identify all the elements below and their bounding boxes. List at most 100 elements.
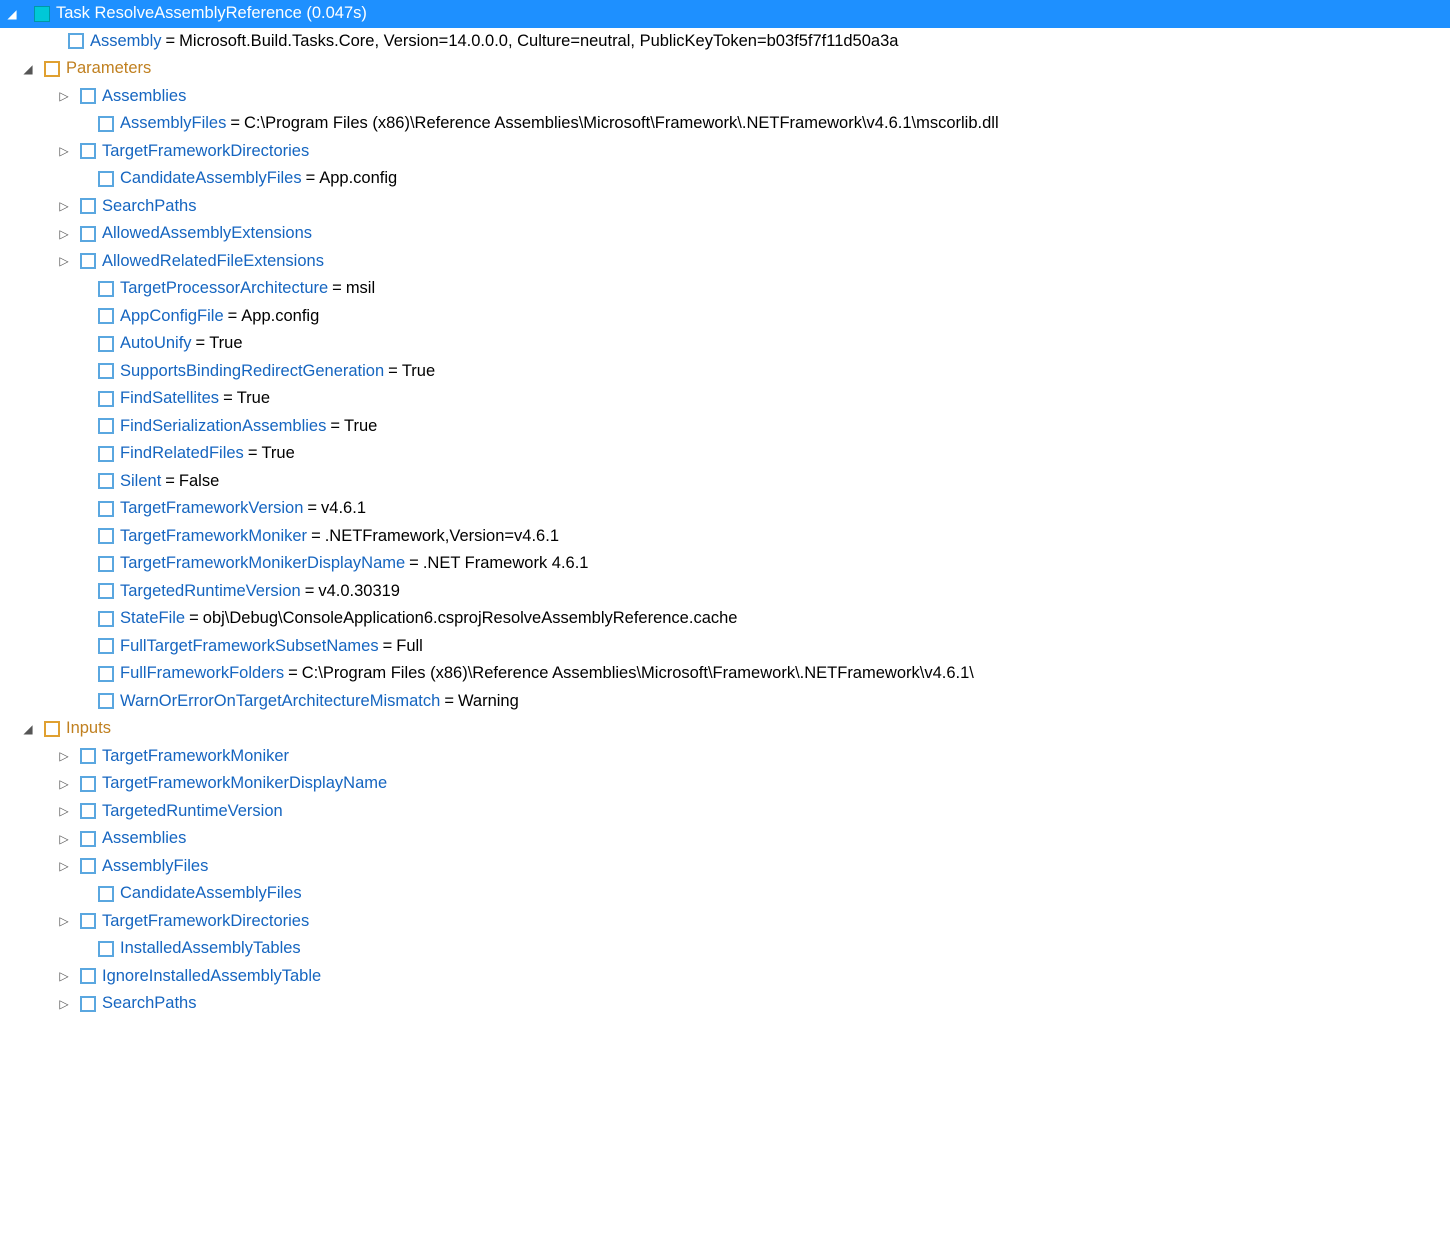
tree-item-param-candidateassemblyfiles[interactable]: CandidateAssemblyFiles = App.config <box>0 165 1450 193</box>
expander-icon[interactable]: ◢ <box>4 7 20 21</box>
tree-item-param-findrelatedfiles[interactable]: FindRelatedFiles = True <box>0 440 1450 468</box>
equals-sign: = <box>301 582 319 601</box>
property-key: FindSerializationAssemblies <box>120 417 326 436</box>
expander-icon[interactable]: ▷ <box>56 777 72 791</box>
tree-item-param-findserializationassemblies[interactable]: FindSerializationAssemblies = True <box>0 413 1450 441</box>
expander-icon[interactable]: ▷ <box>56 89 72 103</box>
property-icon <box>80 748 96 764</box>
property-icon <box>98 473 114 489</box>
expander-icon[interactable]: ▷ <box>56 969 72 983</box>
tree-item-param-targetframeworkversion[interactable]: TargetFrameworkVersion = v4.6.1 <box>0 495 1450 523</box>
expander-icon[interactable]: ▷ <box>56 832 72 846</box>
equals-sign: = <box>328 279 346 298</box>
property-value: True <box>402 362 435 381</box>
tree-item-param-targetframeworkmonikerdisplayname[interactable]: TargetFrameworkMonikerDisplayName = .NET… <box>0 550 1450 578</box>
tree-item-param-warnorerrorontargetarchitecturemismatch[interactable]: WarnOrErrorOnTargetArchitectureMismatch … <box>0 688 1450 716</box>
property-value: False <box>179 472 219 491</box>
property-value: True <box>237 389 270 408</box>
property-icon <box>80 776 96 792</box>
tree-item-input-searchpaths[interactable]: ▷ SearchPaths <box>0 990 1450 1018</box>
property-icon <box>98 611 114 627</box>
equals-sign: = <box>384 362 402 381</box>
tree-item-input-assemblyfiles[interactable]: ▷ AssemblyFiles <box>0 853 1450 881</box>
property-value: obj\Debug\ConsoleApplication6.csprojReso… <box>203 609 738 628</box>
property-icon <box>80 143 96 159</box>
expander-icon[interactable]: ◢ <box>20 722 36 736</box>
tree-item-param-targetprocessorarchitecture[interactable]: TargetProcessorArchitecture = msil <box>0 275 1450 303</box>
property-value: Full <box>396 637 423 656</box>
property-icon <box>98 693 114 709</box>
tree-item-input-assemblies[interactable]: ▷ Assemblies <box>0 825 1450 853</box>
property-key: TargetFrameworkMoniker <box>102 747 289 766</box>
property-icon <box>80 253 96 269</box>
tree-item-param-findsatellites[interactable]: FindSatellites = True <box>0 385 1450 413</box>
property-key: AllowedAssemblyExtensions <box>102 224 312 243</box>
expander-icon[interactable]: ▷ <box>56 144 72 158</box>
expander-icon[interactable]: ▷ <box>56 227 72 241</box>
property-key: SearchPaths <box>102 197 196 216</box>
property-key: TargetFrameworkMoniker <box>120 527 307 546</box>
property-key: IgnoreInstalledAssemblyTable <box>102 967 321 986</box>
property-value: .NET Framework 4.6.1 <box>423 554 589 573</box>
expander-icon[interactable]: ▷ <box>56 749 72 763</box>
property-key: AssemblyFiles <box>102 857 208 876</box>
expander-icon[interactable]: ▷ <box>56 997 72 1011</box>
property-key: Assemblies <box>102 829 186 848</box>
tree-item-param-silent[interactable]: Silent = False <box>0 468 1450 496</box>
property-key: TargetFrameworkDirectories <box>102 142 309 161</box>
property-icon <box>80 803 96 819</box>
tree-item-param-searchpaths[interactable]: ▷ SearchPaths <box>0 193 1450 221</box>
equals-sign: = <box>284 664 302 683</box>
tree-item-param-supportsbindingredirectgeneration[interactable]: SupportsBindingRedirectGeneration = True <box>0 358 1450 386</box>
expander-icon[interactable]: ▷ <box>56 859 72 873</box>
property-key: FullTargetFrameworkSubsetNames <box>120 637 379 656</box>
expander-icon[interactable]: ▷ <box>56 914 72 928</box>
tree-item-input-targetedruntimeversion[interactable]: ▷ TargetedRuntimeVersion <box>0 798 1450 826</box>
expander-icon[interactable]: ◢ <box>20 62 36 76</box>
tree-item-param-assemblyfiles[interactable]: AssemblyFiles = C:\Program Files (x86)\R… <box>0 110 1450 138</box>
tree-item-parameters-folder[interactable]: ◢ Parameters <box>0 55 1450 83</box>
property-icon <box>80 831 96 847</box>
tree-item-input-ignoreinstalledassemblytable[interactable]: ▷ IgnoreInstalledAssemblyTable <box>0 963 1450 991</box>
tree-item-param-targetframeworkdirectories[interactable]: ▷ TargetFrameworkDirectories <box>0 138 1450 166</box>
folder-icon <box>44 721 60 737</box>
folder-label: Parameters <box>66 59 151 78</box>
tree-item-input-candidateassemblyfiles[interactable]: CandidateAssemblyFiles <box>0 880 1450 908</box>
property-key: FullFrameworkFolders <box>120 664 284 683</box>
tree-item-param-statefile[interactable]: StateFile = obj\Debug\ConsoleApplication… <box>0 605 1450 633</box>
tree-item-param-targetedruntimeversion[interactable]: TargetedRuntimeVersion = v4.0.30319 <box>0 578 1450 606</box>
property-value: C:\Program Files (x86)\Reference Assembl… <box>302 664 974 683</box>
equals-sign: = <box>224 307 242 326</box>
property-value: App.config <box>241 307 319 326</box>
tree-item-input-targetframeworkdirectories[interactable]: ▷ TargetFrameworkDirectories <box>0 908 1450 936</box>
folder-icon <box>44 61 60 77</box>
property-value: v4.6.1 <box>321 499 366 518</box>
expander-icon[interactable]: ▷ <box>56 199 72 213</box>
equals-sign: = <box>307 527 325 546</box>
property-key: WarnOrErrorOnTargetArchitectureMismatch <box>120 692 440 711</box>
tree-item-param-assemblies[interactable]: ▷ Assemblies <box>0 83 1450 111</box>
task-label: Task ResolveAssemblyReference (0.047s) <box>56 4 367 23</box>
property-key: StateFile <box>120 609 185 628</box>
property-key: CandidateAssemblyFiles <box>120 884 302 903</box>
tree-item-task-root[interactable]: ◢ Task ResolveAssemblyReference (0.047s) <box>0 0 1450 28</box>
tree-item-param-allowedassemblyextensions[interactable]: ▷ AllowedAssemblyExtensions <box>0 220 1450 248</box>
expander-icon[interactable]: ▷ <box>56 804 72 818</box>
tree-item-inputs-folder[interactable]: ◢ Inputs <box>0 715 1450 743</box>
tree-item-input-targetframeworkmoniker[interactable]: ▷ TargetFrameworkMoniker <box>0 743 1450 771</box>
property-value: Warning <box>458 692 519 711</box>
tree-item-param-autounify[interactable]: AutoUnify = True <box>0 330 1450 358</box>
tree-item-param-fulltargetframeworksubsetnames[interactable]: FullTargetFrameworkSubsetNames = Full <box>0 633 1450 661</box>
tree-item-param-appconfigfile[interactable]: AppConfigFile = App.config <box>0 303 1450 331</box>
equals-sign: = <box>192 334 210 353</box>
property-value: msil <box>346 279 375 298</box>
tree-item-assembly[interactable]: Assembly = Microsoft.Build.Tasks.Core, V… <box>0 28 1450 56</box>
expander-icon[interactable]: ▷ <box>56 254 72 268</box>
tree-item-input-installedassemblytables[interactable]: InstalledAssemblyTables <box>0 935 1450 963</box>
tree-item-param-fullframeworkfolders[interactable]: FullFrameworkFolders = C:\Program Files … <box>0 660 1450 688</box>
property-key: SearchPaths <box>102 994 196 1013</box>
tree-item-param-targetframeworkmoniker[interactable]: TargetFrameworkMoniker = .NETFramework,V… <box>0 523 1450 551</box>
property-icon <box>80 968 96 984</box>
tree-item-input-targetframeworkmonikerdisplayname[interactable]: ▷ TargetFrameworkMonikerDisplayName <box>0 770 1450 798</box>
tree-item-param-allowedrelatedfileextensions[interactable]: ▷ AllowedRelatedFileExtensions <box>0 248 1450 276</box>
